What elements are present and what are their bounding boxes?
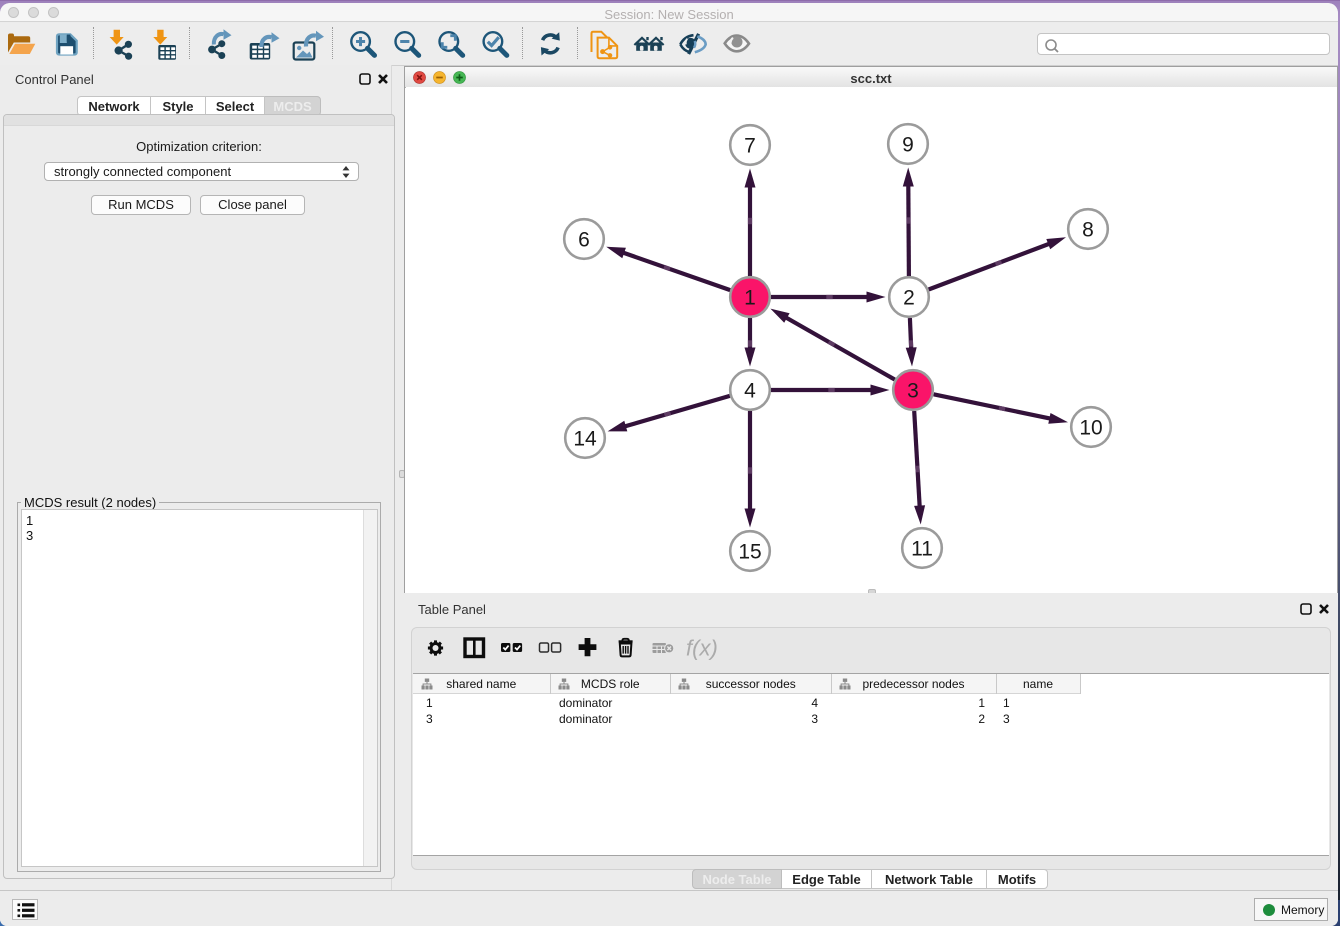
- svg-text:11: 11: [911, 538, 933, 561]
- svg-text:7: 7: [744, 135, 756, 158]
- svg-text:3: 3: [907, 380, 919, 403]
- svg-text:1: 1: [744, 287, 756, 310]
- svg-text:9: 9: [902, 134, 914, 157]
- svg-text:6: 6: [578, 229, 590, 252]
- svg-text:4: 4: [744, 380, 756, 403]
- svg-text:14: 14: [573, 428, 597, 451]
- svg-text:f(x): f(x): [686, 636, 718, 661]
- svg-text:2: 2: [903, 287, 915, 310]
- svg-text:8: 8: [1082, 219, 1094, 242]
- svg-text:15: 15: [738, 541, 761, 564]
- svg-text:10: 10: [1079, 417, 1102, 440]
